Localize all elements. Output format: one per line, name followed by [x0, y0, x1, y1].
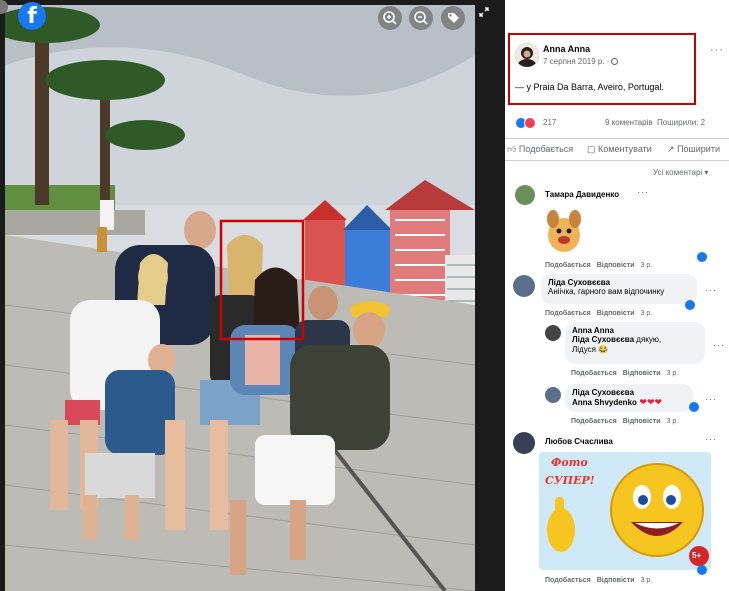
share-count[interactable]: Поширили: 2: [657, 118, 705, 127]
reply-author-avatar[interactable]: [545, 387, 561, 403]
reply-actions: Подобається Відповісти 3 р.: [571, 418, 678, 425]
post-side-panel: Anna Anna 7 серпня 2019 р. · — у Praia D…: [505, 0, 729, 591]
divider: [505, 160, 729, 161]
reply-author[interactable]: Ліда Суховєєва: [572, 388, 686, 397]
comment-more-options[interactable]: ···: [705, 285, 717, 295]
author-avatar[interactable]: [515, 43, 539, 67]
reply-author-avatar[interactable]: [545, 325, 561, 341]
comment-like-badge: [697, 252, 707, 262]
reply-like-link[interactable]: Подобається: [571, 418, 617, 425]
comment-author[interactable]: Тамара Давиденко: [545, 190, 619, 199]
post-header-highlight: [508, 33, 696, 105]
reaction-count: 217: [543, 118, 557, 127]
thumb-up-icon: 👍︎: [507, 144, 517, 154]
laughing-emoji-icon: 😂: [595, 345, 609, 354]
comment-text: Аніічка, гарного вам відпочинку: [548, 287, 665, 296]
commenter-avatar[interactable]: [515, 185, 535, 205]
comment-reply-link[interactable]: Відповісти: [597, 262, 635, 269]
comment-actions: Подобається Відповісти 3 р.: [545, 262, 652, 269]
reply-time[interactable]: 3 р.: [667, 418, 679, 425]
comment-like-badge: [697, 565, 707, 575]
sticker-badge: 5+: [692, 551, 702, 560]
sticker-text: СУПЕР!: [545, 474, 595, 487]
comment-time[interactable]: 3 р.: [641, 310, 653, 317]
commenter-avatar[interactable]: [513, 432, 535, 454]
beach-group-photo: [5, 5, 475, 591]
photo-viewer: f: [0, 0, 505, 591]
comment-like-link[interactable]: Подобається: [545, 262, 591, 269]
share-icon: ↗: [667, 144, 675, 154]
fullscreen-icon[interactable]: [478, 6, 490, 21]
comment-author[interactable]: Любов Счаслива: [545, 437, 613, 446]
comment-button[interactable]: ▢ Коментувати: [587, 144, 652, 155]
reply-actions: Подобається Відповісти 3 р.: [571, 370, 678, 377]
comment-bubble: Ліда Суховєєва Аніічка, гарного вам відп…: [541, 274, 697, 304]
post-location[interactable]: — у Praia Da Barra, Aveiro, Portugal.: [515, 82, 664, 92]
zoom-in-icon[interactable]: [378, 6, 402, 30]
comment-like-badge: [689, 402, 699, 412]
reply-reply-link[interactable]: Відповісти: [623, 370, 661, 377]
comment-more-options[interactable]: ···: [705, 394, 717, 404]
reply-text-line2: Лідуся: [572, 345, 596, 354]
comment-more-options[interactable]: ···: [705, 434, 717, 444]
comment-time[interactable]: 3 р.: [641, 262, 653, 269]
reply-author[interactable]: Anna Anna: [572, 326, 698, 335]
commenter-avatar[interactable]: [513, 275, 535, 297]
post-date[interactable]: 7 серпня 2019 р. ·: [543, 57, 619, 66]
comment-more-options[interactable]: ···: [713, 340, 725, 350]
love-reaction-icon: [524, 117, 536, 129]
like-button[interactable]: 👍︎ Подобається: [507, 144, 573, 155]
comment-reply-link[interactable]: Відповісти: [597, 577, 635, 584]
reply-like-link[interactable]: Подобається: [571, 370, 617, 377]
reply-reply-link[interactable]: Відповісти: [623, 418, 661, 425]
super-smiley-sticker: Фото СУПЕР! 5+: [539, 452, 711, 570]
reply-bubble: Ліда Суховєєва Anna Shvydenko ❤❤❤: [565, 384, 693, 412]
comment-more-options[interactable]: ···: [637, 187, 649, 197]
share-button[interactable]: ↗ Поширити: [667, 144, 720, 155]
comment-author[interactable]: Ліда Суховєєва: [548, 278, 690, 287]
comment-actions: Подобається Відповісти 3 р.: [545, 577, 652, 584]
comment-sort-dropdown[interactable]: Усі коментарі ▾: [653, 168, 708, 177]
comment-time[interactable]: 3 р.: [641, 577, 653, 584]
globe-icon: [611, 58, 619, 66]
divider: [505, 138, 729, 139]
post-photo[interactable]: [5, 5, 475, 591]
comment-icon: ▢: [587, 144, 596, 154]
mention-link[interactable]: Anna Shvydenko: [572, 398, 637, 407]
post-more-options[interactable]: ···: [710, 44, 724, 56]
comment-like-badge: [685, 300, 695, 310]
reply-text: Ліда Суховєєва дякую,: [572, 335, 662, 344]
dog-sticker: [541, 205, 587, 255]
post-author[interactable]: Anna Anna: [543, 44, 590, 54]
reply-time[interactable]: 3 р.: [667, 370, 679, 377]
comment-count[interactable]: 9 коментарів: [605, 118, 653, 127]
comment-like-link[interactable]: Подобається: [545, 310, 591, 317]
comment-actions: Подобається Відповісти 3 р.: [545, 310, 652, 317]
comment-like-link[interactable]: Подобається: [545, 577, 591, 584]
post-stats[interactable]: 9 коментарів Поширили: 2: [605, 118, 705, 127]
reply-text: Anna Shvydenko ❤❤❤: [572, 397, 663, 407]
reply-bubble: Anna Anna Ліда Суховєєва дякую, Лідуся 😂: [565, 322, 705, 364]
tag-icon[interactable]: [441, 6, 465, 30]
zoom-out-icon[interactable]: [409, 6, 433, 30]
sticker-text: Фото: [551, 456, 588, 469]
comment-reply-link[interactable]: Відповісти: [597, 310, 635, 317]
facebook-logo[interactable]: f: [18, 2, 46, 30]
mention-link[interactable]: Ліда Суховєєва: [572, 335, 634, 344]
